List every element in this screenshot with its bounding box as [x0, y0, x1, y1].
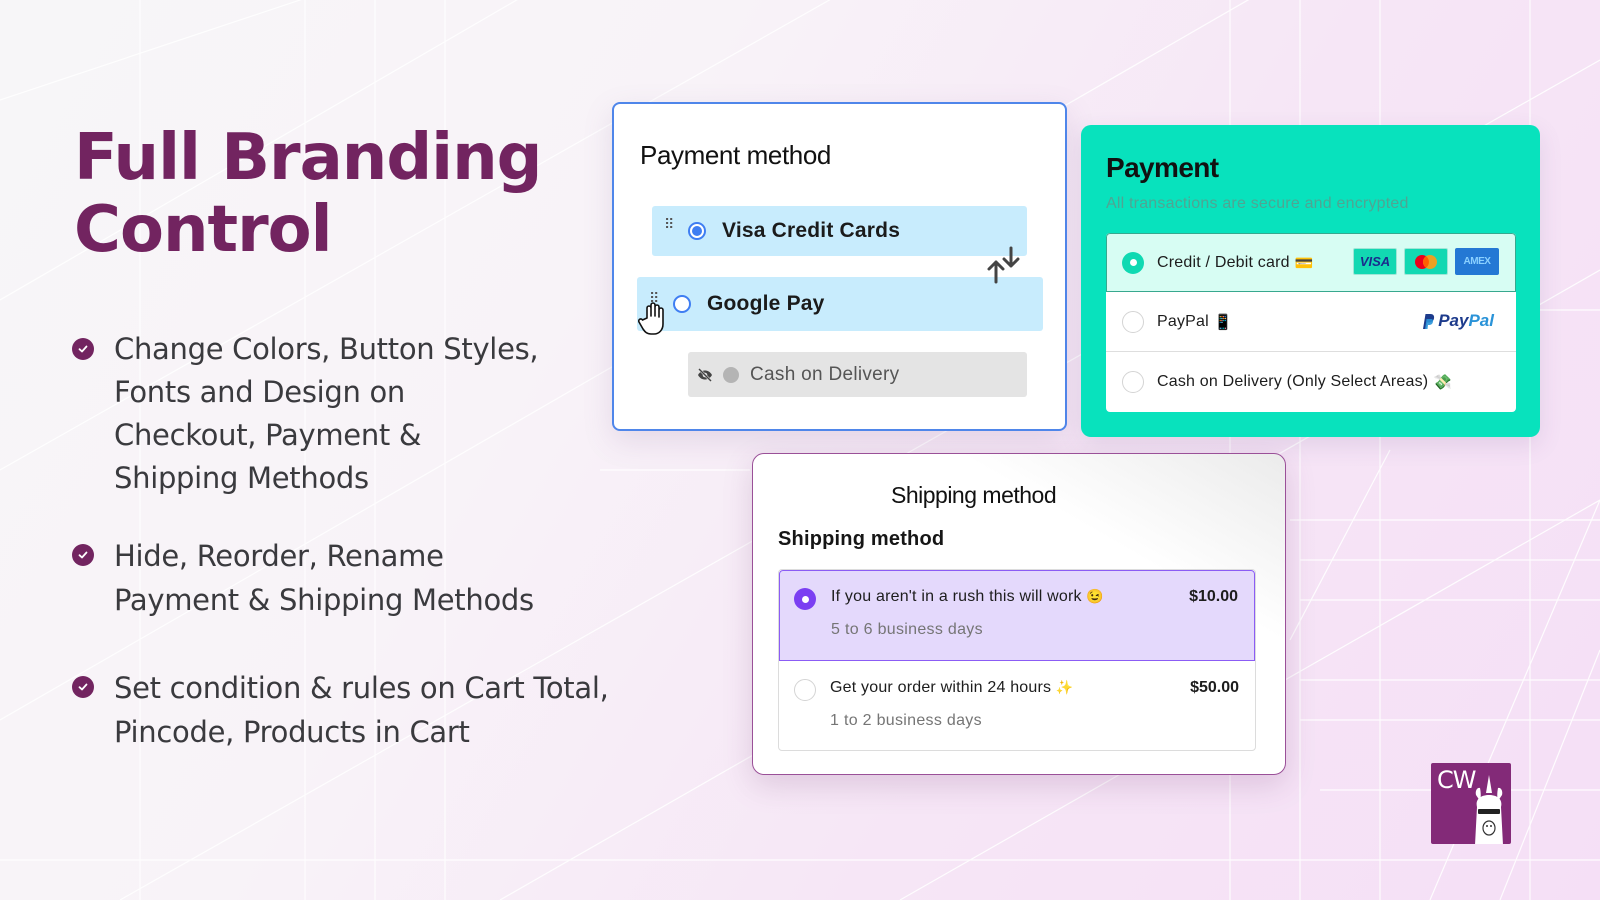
shipping-section-heading: Shipping method: [778, 528, 945, 550]
payment-method-title: Payment method: [640, 140, 831, 170]
drag-handle-icon[interactable]: ⠿: [664, 217, 680, 231]
paypal-p-icon: [1423, 313, 1435, 329]
radio-unselected[interactable]: [1122, 371, 1144, 393]
card-brand-badges: VISA AMEX: [1353, 248, 1499, 275]
shipping-option-name-text: If you aren't in a rush this will work: [831, 588, 1082, 605]
money-wings-emoji-icon: 💸: [1433, 374, 1452, 391]
payment-subtitle: All transactions are secure and encrypte…: [1106, 195, 1409, 212]
reorder-arrows-icon: [987, 246, 1020, 284]
payment-option-paypal[interactable]: PayPal 📱 PayPal: [1106, 292, 1516, 352]
payment-options-list: Credit / Debit card 💳 VISA AMEX PayPal 📱…: [1106, 233, 1516, 412]
feature-line: Payment & Shipping Methods: [114, 583, 534, 617]
payment-method-label: Google Pay: [707, 292, 825, 315]
paypal-logo-pal: Pal: [1468, 311, 1494, 330]
shipping-option-days: 5 to 6 business days: [831, 621, 983, 638]
payment-title: Payment: [1106, 152, 1219, 183]
sparkles-emoji-icon: ✨: [1055, 679, 1074, 695]
visa-badge-icon: VISA: [1353, 248, 1397, 275]
shipping-option-express[interactable]: Get your order within 24 hours ✨ 1 to 2 …: [779, 661, 1255, 750]
paypal-logo: PayPal: [1421, 311, 1494, 331]
radio-unselected[interactable]: [1122, 310, 1144, 333]
shipping-option-name: If you aren't in a rush this will work 😉: [831, 588, 1104, 606]
mastercard-badge-icon: [1404, 248, 1448, 275]
amex-badge-icon: AMEX: [1455, 248, 1499, 275]
payment-method-item-visa[interactable]: ⠿ Visa Credit Cards: [652, 206, 1027, 256]
radio-disabled: [723, 366, 739, 383]
shipping-option-name: Get your order within 24 hours ✨: [830, 679, 1074, 697]
feature-line: Shipping Methods: [114, 461, 369, 495]
feature-text: Change Colors, Button Styles, Fonts and …: [114, 328, 539, 500]
shipping-card-title: Shipping method: [891, 482, 1057, 508]
eye-off-icon[interactable]: [697, 367, 713, 383]
feature-text: Set condition & rules on Cart Total, Pin…: [114, 666, 609, 754]
feature-line: Fonts and Design on: [114, 375, 406, 409]
radio-selected[interactable]: [1122, 251, 1144, 274]
payment-method-item-google-pay[interactable]: ⠿ Google Pay: [637, 277, 1043, 331]
payment-option-label: Credit / Debit card: [1157, 253, 1290, 271]
shipping-options-list: If you aren't in a rush this will work 😉…: [778, 569, 1256, 751]
radio-unselected[interactable]: [673, 295, 691, 313]
hero-title-line-1: Full Branding: [74, 121, 542, 195]
check-circle-icon: [72, 544, 94, 566]
feature-line: Hide, Reorder, Rename: [114, 539, 444, 573]
credit-card-emoji-icon: 💳: [1294, 254, 1314, 272]
payment-method-item-cod-hidden[interactable]: Cash on Delivery: [688, 352, 1027, 397]
payment-method-editor-card: Payment method ⠿ Visa Credit Cards ⠿ Goo…: [612, 102, 1067, 431]
payment-option-cod[interactable]: Cash on Delivery (Only Select Areas) 💸: [1106, 352, 1516, 412]
wink-emoji-icon: 😉: [1086, 588, 1105, 604]
hero-title-line-2: Control: [74, 193, 333, 267]
check-circle-icon: [72, 676, 94, 698]
feature-item: Hide, Reorder, Rename Payment & Shipping…: [72, 534, 534, 622]
branded-payment-card: Payment All transactions are secure and …: [1081, 125, 1540, 437]
payment-option-card[interactable]: Credit / Debit card 💳 VISA AMEX: [1106, 233, 1516, 292]
feature-line: Pincode, Products in Cart: [114, 715, 470, 749]
shipping-option-days: 1 to 2 business days: [830, 712, 982, 729]
feature-text: Hide, Reorder, Rename Payment & Shipping…: [114, 534, 534, 622]
paypal-logo-pay: Pay: [1438, 311, 1469, 330]
radio-unselected[interactable]: [794, 679, 816, 701]
payment-option-label: Cash on Delivery (Only Select Areas): [1157, 373, 1429, 390]
radio-selected[interactable]: [688, 222, 706, 240]
grab-cursor-icon: [638, 302, 664, 335]
llama-mascot-icon: [1475, 775, 1503, 844]
shipping-option-standard[interactable]: If you aren't in a rush this will work 😉…: [779, 570, 1255, 661]
shipping-option-name-text: Get your order within 24 hours: [830, 679, 1052, 696]
shipping-option-price: $10.00: [1189, 588, 1238, 605]
shipping-method-card: Shipping method Shipping method If you a…: [752, 453, 1286, 775]
payment-method-label: Visa Credit Cards: [722, 219, 901, 242]
radio-selected[interactable]: [794, 588, 816, 610]
feature-item: Set condition & rules on Cart Total, Pin…: [72, 666, 609, 754]
payment-option-label: PayPal: [1157, 312, 1209, 330]
hero-title: Full Branding Control: [74, 121, 542, 267]
mobile-phone-emoji-icon: 📱: [1213, 313, 1233, 331]
feature-item: Change Colors, Button Styles, Fonts and …: [72, 328, 539, 500]
payment-method-label: Cash on Delivery: [750, 363, 900, 385]
brand-logo: CW: [1431, 763, 1511, 844]
check-circle-icon: [72, 338, 94, 360]
feature-line: Change Colors, Button Styles,: [114, 332, 539, 366]
shipping-option-price: $50.00: [1190, 679, 1239, 696]
feature-line: Set condition & rules on Cart Total,: [114, 671, 609, 705]
feature-line: Checkout, Payment &: [114, 418, 422, 452]
